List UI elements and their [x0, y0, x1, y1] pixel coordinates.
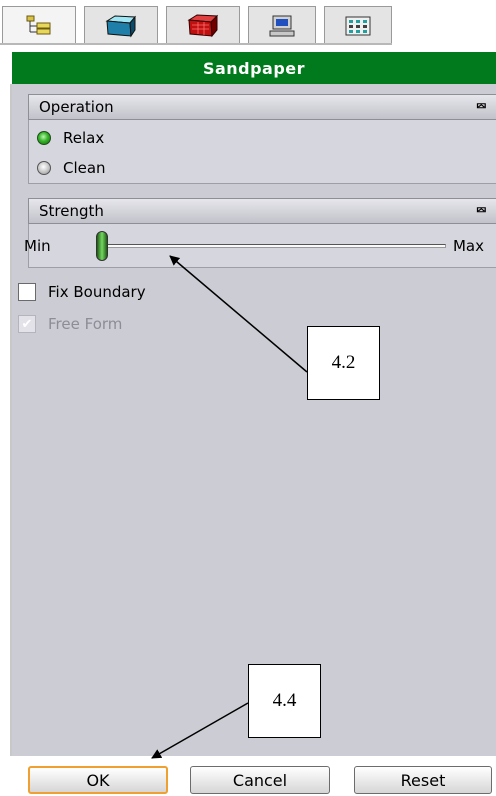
- reset-button[interactable]: Reset: [354, 766, 492, 794]
- radio-clean-label: Clean: [63, 159, 106, 177]
- computer-icon: [269, 15, 295, 36]
- tab-utilities[interactable]: [324, 6, 392, 44]
- collapse-icon[interactable]: ⮹: [476, 203, 487, 219]
- tab-tree[interactable]: [2, 6, 76, 44]
- callout-slider-label: 4.2: [307, 326, 380, 400]
- radio-clean[interactable]: Clean: [37, 156, 106, 180]
- strength-slider-track[interactable]: [98, 244, 446, 248]
- free-form-checkbox: ✔: [18, 315, 36, 333]
- panel-title: Sandpaper: [12, 52, 496, 84]
- button-bar: OK Cancel Reset: [0, 756, 496, 796]
- callout-ok-label: 4.4: [248, 664, 321, 738]
- red-box-icon: [187, 13, 219, 37]
- radio-button-selected[interactable]: [37, 131, 51, 145]
- ok-button[interactable]: OK: [28, 766, 168, 794]
- sandpaper-panel: Operation ⮹ Relax Clean Strength ⮹: [12, 84, 496, 756]
- collapse-icon[interactable]: ⮹: [476, 99, 487, 115]
- strength-header-label: Strength: [39, 202, 104, 220]
- tree-icon: [26, 15, 51, 34]
- strength-slider-row: Min Max: [16, 224, 490, 268]
- operation-section-header[interactable]: Operation ⮹: [28, 94, 496, 120]
- fix-boundary-label: Fix Boundary: [48, 283, 146, 301]
- slider-min-label: Min: [24, 237, 51, 255]
- strength-section-header[interactable]: Strength ⮹: [28, 198, 496, 224]
- fix-boundary-option[interactable]: Fix Boundary: [18, 281, 146, 303]
- strength-slider-thumb[interactable]: [96, 231, 108, 261]
- slider-max-label: Max: [452, 237, 484, 255]
- fix-boundary-checkbox[interactable]: [18, 283, 36, 301]
- tab-display[interactable]: [248, 6, 316, 44]
- cancel-button[interactable]: Cancel: [190, 766, 330, 794]
- tab-geometry[interactable]: [84, 6, 158, 44]
- operation-header-label: Operation: [39, 98, 114, 116]
- tab-strip-divider: [0, 43, 392, 45]
- free-form-option: ✔ Free Form: [18, 313, 122, 335]
- operation-section-body: Relax Clean: [28, 120, 496, 184]
- tab-material[interactable]: [166, 6, 240, 44]
- radio-relax-label: Relax: [63, 129, 105, 147]
- radio-relax[interactable]: Relax: [37, 126, 104, 150]
- tab-strip: [0, 0, 496, 45]
- cube-icon: [105, 14, 137, 37]
- radio-button-unselected[interactable]: [37, 161, 51, 175]
- free-form-label: Free Form: [48, 315, 123, 333]
- grid-panel-icon: [345, 16, 371, 35]
